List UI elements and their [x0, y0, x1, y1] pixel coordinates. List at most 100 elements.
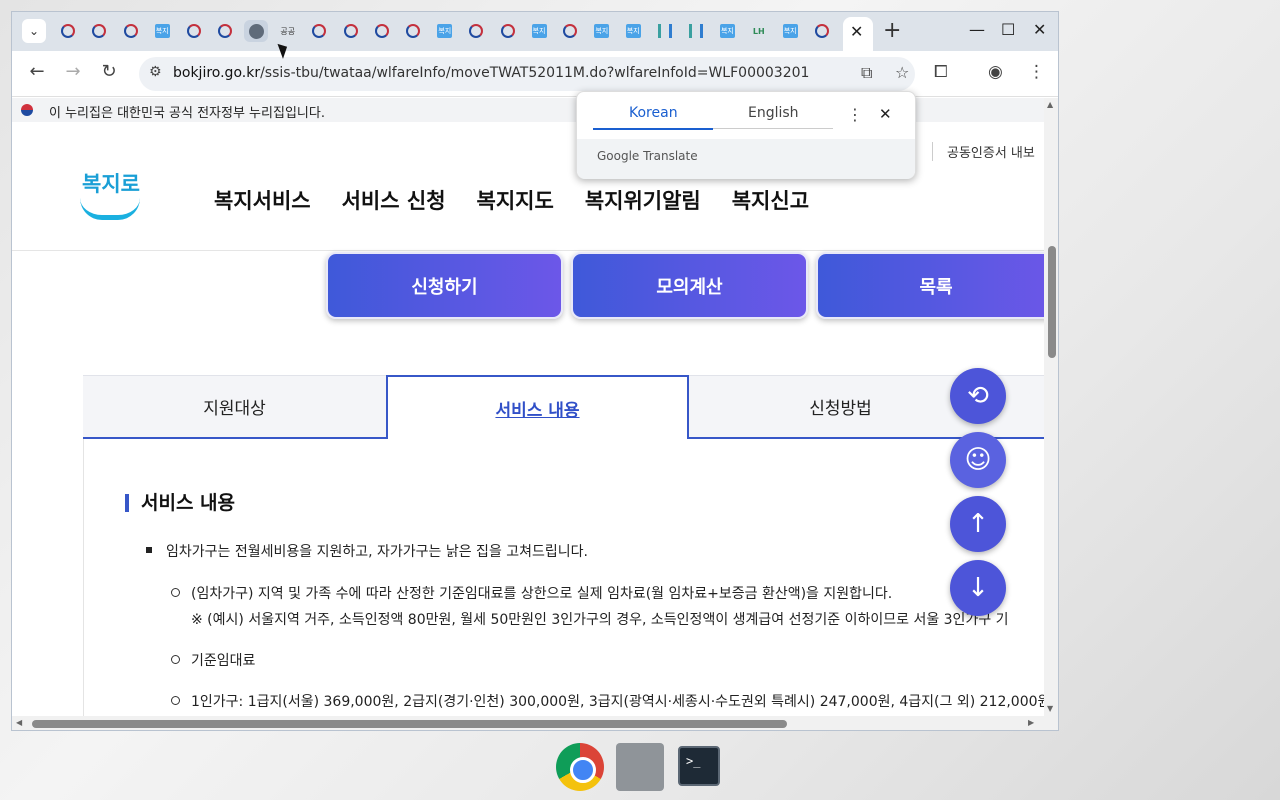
scroll-right-arrow-icon[interactable]: ▶	[1028, 718, 1034, 727]
scroll-up-arrow-icon[interactable]: ▲	[1047, 100, 1053, 109]
translate-options-icon[interactable]: ⋮	[847, 105, 863, 124]
reload-icon[interactable]: ↻	[97, 61, 121, 82]
browser-tab[interactable]: 복지	[527, 20, 551, 42]
globe-favicon-icon	[248, 23, 264, 39]
gov-favicon-icon	[218, 24, 232, 38]
simulate-button[interactable]: 모의계산	[571, 252, 808, 319]
chatbot-icon[interactable]: ☺	[950, 432, 1006, 488]
terminal-taskbar-icon[interactable]: >_	[678, 746, 720, 786]
horizontal-scroll-thumb[interactable]	[32, 720, 787, 728]
browser-tab[interactable]: 복지	[433, 20, 457, 42]
tab-strip: ⌄ 복지 공공 복지 복지 복지 복지 복지 LH 복지 ✕ + — ☐ ✕	[12, 12, 1058, 51]
list-button[interactable]: 목록	[816, 252, 1044, 319]
browser-tab[interactable]	[213, 20, 237, 42]
scroll-down-arrow-icon[interactable]: ▼	[1047, 704, 1053, 713]
browser-tab[interactable]: 복지	[715, 20, 739, 42]
bokjiro-favicon-icon: 복지	[782, 24, 798, 38]
example-note: ※ (예시) 서울지역 거주, 소득인정액 80만원, 월세 50만원인 3인가…	[191, 612, 1009, 628]
window-close-icon[interactable]: ✕	[1033, 20, 1046, 39]
browser-tab[interactable]	[464, 20, 488, 42]
bokjiro-logo[interactable]: 복지로	[80, 168, 140, 222]
browser-tab[interactable]: 공공	[276, 20, 300, 42]
browser-tab[interactable]	[87, 20, 111, 42]
site-info-icon[interactable]: ⚙	[149, 64, 162, 80]
bokjiro-favicon-icon: 복지	[719, 24, 735, 38]
browser-tab[interactable]: 복지	[590, 20, 614, 42]
translate-tab-english[interactable]: English	[748, 105, 799, 121]
nav-welfare-services[interactable]: 복지서비스	[214, 185, 311, 215]
maximize-icon[interactable]: ☐	[1001, 20, 1015, 39]
extensions-icon[interactable]: ⧠	[934, 62, 948, 82]
page-content: 복지로 공동인증서 내보 복지서비스 서비스 신청 복지지도 복지위기알림 복지…	[12, 122, 1044, 717]
history-icon[interactable]: ⟲	[950, 368, 1006, 424]
forward-icon[interactable]: →	[61, 61, 85, 82]
gov-favicon-icon	[61, 24, 75, 38]
scroll-bottom-icon[interactable]: ↓	[950, 560, 1006, 616]
new-tab-button[interactable]: +	[883, 18, 901, 43]
translate-tab-korean[interactable]: Korean	[629, 105, 678, 121]
section-title: 서비스 내용	[125, 494, 235, 513]
horizontal-scrollbar[interactable]: ◀ ▶	[12, 716, 1058, 730]
url-text[interactable]: bokjiro.go.kr/ssis-tbu/twataa/wlfareInfo…	[173, 65, 809, 81]
bookmark-star-icon[interactable]: ☆	[895, 63, 909, 82]
vertical-scroll-thumb[interactable]	[1048, 246, 1056, 358]
browser-tab[interactable]	[56, 20, 80, 42]
scroll-top-icon[interactable]: ↑	[950, 496, 1006, 552]
browser-tab[interactable]: 복지	[621, 20, 645, 42]
gov-favicon-icon	[312, 24, 327, 38]
close-tab-icon[interactable]: ✕	[850, 22, 863, 41]
translate-popup: Korean English ⋮ ✕ Google Translate	[576, 91, 916, 179]
minimize-icon[interactable]: —	[969, 20, 985, 39]
detail-tabs: 지원대상 서비스 내용 신청방법	[83, 375, 1044, 439]
nav-crisis-alert[interactable]: 복지위기알림	[585, 185, 701, 215]
tab-search-button[interactable]: ⌄	[22, 19, 46, 43]
browser-tab[interactable]: 복지	[778, 20, 802, 42]
main-nav: 복지서비스 서비스 신청 복지지도 복지위기알림 복지신고	[214, 185, 840, 215]
browser-tab[interactable]	[558, 20, 582, 42]
browser-tab[interactable]	[370, 20, 394, 42]
tab-eligibility[interactable]: 지원대상	[83, 375, 386, 439]
profile-icon[interactable]: ◉	[988, 62, 1003, 82]
browser-tab[interactable]	[182, 20, 206, 42]
browser-tab[interactable]	[653, 20, 677, 42]
vertical-scrollbar[interactable]: ▲ ▼	[1044, 98, 1058, 716]
cert-export-link[interactable]: 공동인증서 내보	[932, 142, 1035, 161]
gov-favicon-icon	[375, 24, 389, 38]
gov-favicon-icon	[92, 24, 107, 38]
browser-tab[interactable]	[119, 20, 143, 42]
nav-welfare-map[interactable]: 복지지도	[477, 185, 554, 215]
gov-favicon-icon	[469, 24, 484, 38]
tool-taskbar-icon[interactable]	[616, 743, 664, 791]
nav-welfare-report[interactable]: 복지신고	[732, 185, 809, 215]
lh-favicon-icon: LH	[752, 26, 765, 36]
back-icon[interactable]: ←	[25, 61, 49, 82]
menu-icon[interactable]: ⋮	[1028, 62, 1045, 82]
scroll-left-arrow-icon[interactable]: ◀	[16, 718, 22, 727]
translate-close-icon[interactable]: ✕	[879, 105, 892, 123]
apply-button[interactable]: 신청하기	[326, 252, 563, 319]
browser-tab[interactable]	[810, 20, 834, 42]
translate-icon[interactable]: ⧉	[861, 63, 872, 83]
address-bar[interactable]: ⚙ bokjiro.go.kr/ssis-tbu/twataa/wlfareIn…	[139, 57, 915, 91]
gov-favicon-icon	[343, 24, 358, 38]
translate-footer: Google Translate	[577, 139, 915, 179]
browser-tab[interactable]: LH	[747, 20, 771, 42]
browser-tab[interactable]	[496, 20, 520, 42]
browser-tab[interactable]: 복지	[150, 20, 174, 42]
tab-apply-method[interactable]: 신청방법	[689, 375, 992, 439]
bokjiro-favicon-icon: 복지	[154, 24, 170, 38]
list-item: (임차가구) 지역 및 가족 수에 따라 산정한 기준임대료를 상한으로 실제 …	[170, 583, 892, 603]
chrome-taskbar-icon[interactable]	[556, 743, 604, 791]
browser-tab[interactable]	[401, 20, 425, 42]
translate-tab-divider	[713, 128, 833, 129]
public-favicon-icon: 공공	[280, 26, 296, 36]
browser-tab[interactable]	[339, 20, 363, 42]
gov-favicon-icon	[563, 24, 578, 38]
browser-tab[interactable]	[244, 20, 269, 42]
gov-favicon-icon	[186, 24, 201, 38]
tab-service-content[interactable]: 서비스 내용	[386, 375, 689, 439]
browser-tab[interactable]	[307, 20, 331, 42]
nav-service-apply[interactable]: 서비스 신청	[342, 185, 446, 215]
browser-tab[interactable]	[684, 20, 708, 42]
logo-smile-icon	[80, 198, 140, 220]
